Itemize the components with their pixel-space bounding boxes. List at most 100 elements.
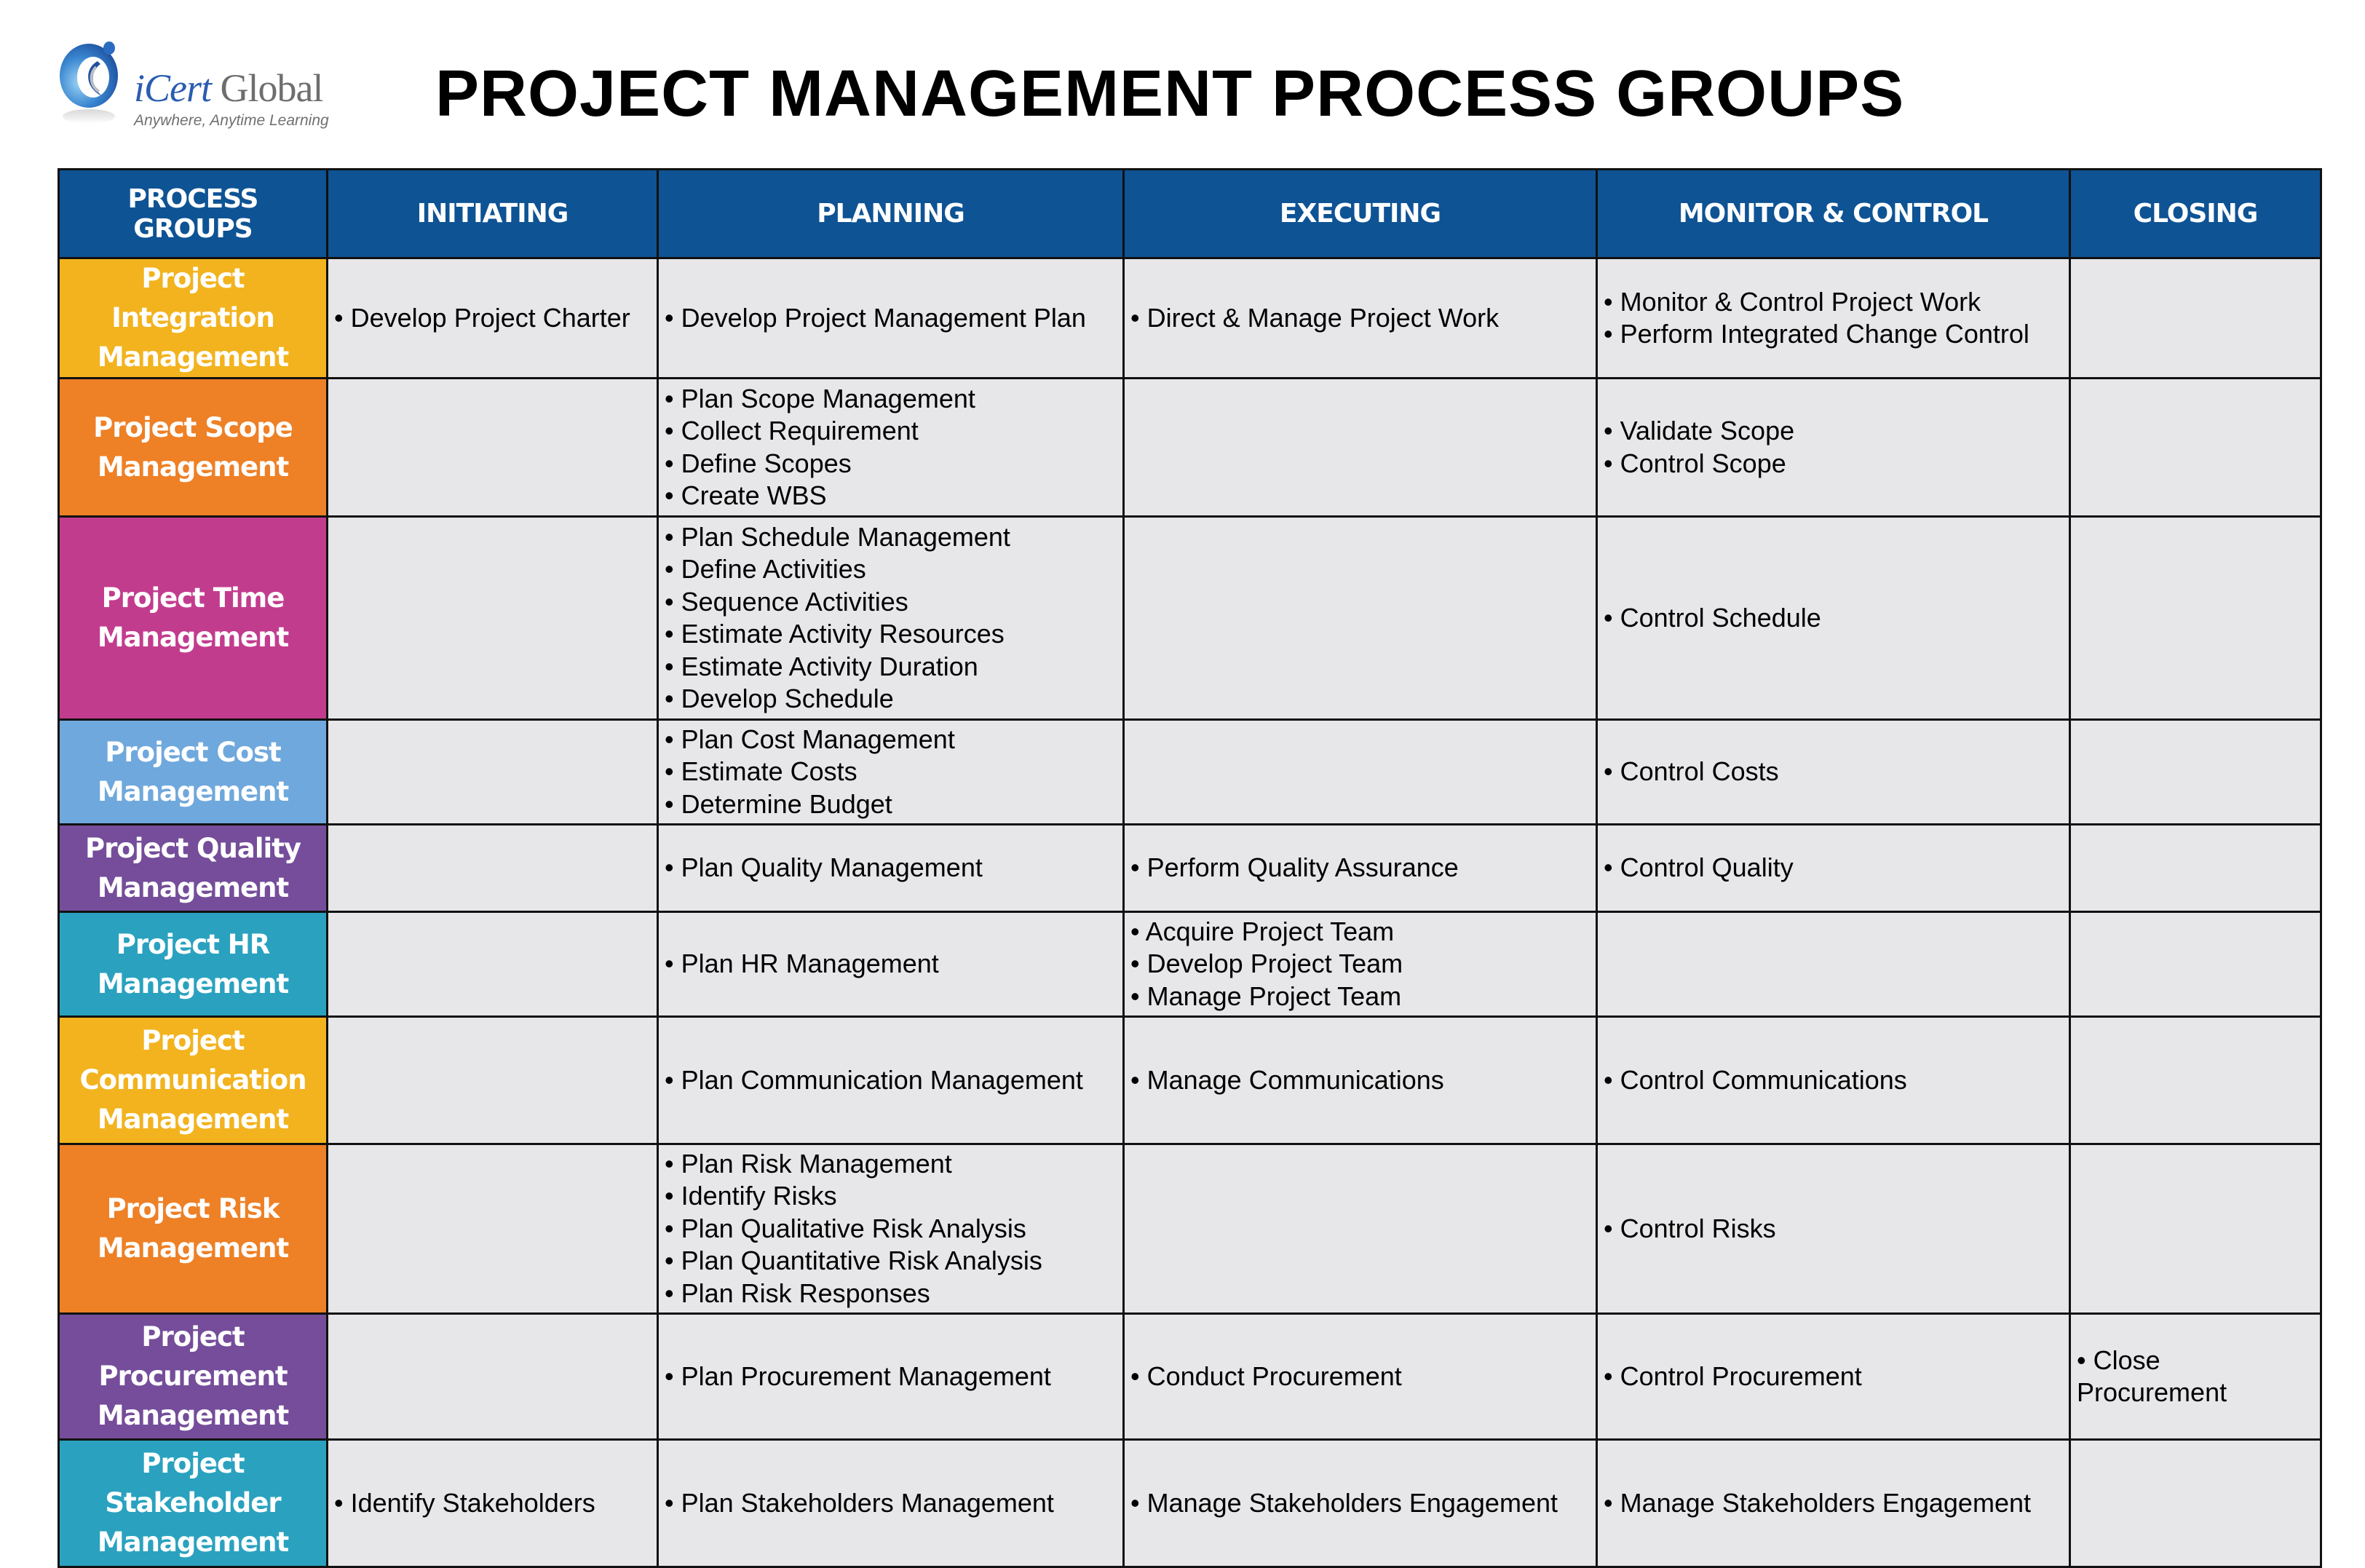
cell-planning: • Plan Risk Management • Identify Risks • … — [657, 1143, 1125, 1315]
table-row: Project Communication Management • Plan C… — [58, 1015, 2322, 1145]
cell-planning: • Plan Procurement Management — [657, 1312, 1125, 1441]
cell-executing: • Manage Stakeholders Engagement — [1122, 1438, 1598, 1568]
process-item: • Conduct Procurement — [1130, 1361, 1590, 1393]
cell-monitor: • Control Risks — [1596, 1143, 2071, 1315]
cell-executing — [1122, 377, 1598, 518]
bullet-icon: • — [665, 1361, 681, 1391]
process-item: • Plan Risk Responses — [665, 1278, 1117, 1310]
process-item: • Direct & Manage Project Work — [1130, 302, 1590, 335]
cell-closing: • Close Procurement — [2069, 1312, 2322, 1441]
bullet-icon: • — [665, 586, 681, 617]
cell-executing: • Manage Communications — [1122, 1015, 1598, 1145]
cell-monitor: • Control Procurement — [1596, 1312, 2071, 1441]
cell-executing — [1122, 718, 1598, 825]
cell-closing — [2069, 911, 2322, 1018]
bullet-icon: • — [1604, 286, 1620, 317]
process-item: • Determine Budget — [665, 788, 1117, 821]
header-process-groups: PROCESS GROUPS — [58, 168, 328, 259]
bullet-icon: • — [1130, 916, 1146, 946]
process-item-text: Control Quality — [1620, 852, 1794, 883]
cell-monitor: • Monitor & Control Project Work • Perfor… — [1596, 257, 2071, 379]
process-item-text: Plan Risk Management — [681, 1148, 952, 1179]
process-item: • Plan HR Management — [665, 948, 1117, 981]
process-item-text: Plan Quality Management — [681, 852, 983, 883]
process-item-text: Define Scopes — [681, 448, 852, 478]
cell-planning: • Develop Project Management Plan — [657, 257, 1125, 379]
process-item-text: Plan Schedule Management — [681, 521, 1010, 552]
process-item-text: Control Risks — [1620, 1213, 1776, 1243]
cell-monitor: • Control Schedule — [1596, 515, 2071, 721]
process-item: • Close Procurement — [2077, 1345, 2314, 1409]
knowledge-area-label: Project Cost Management — [58, 718, 328, 825]
cell-planning: • Plan Scope Management • Collect Require… — [657, 377, 1125, 518]
process-item-text: Perform Integrated Change Control — [1620, 319, 2029, 349]
bullet-icon: • — [665, 448, 681, 478]
process-item: • Manage Stakeholders Engagement — [1130, 1487, 1590, 1520]
cell-planning: • Plan Communication Management — [657, 1015, 1125, 1145]
cell-initiating — [326, 911, 659, 1018]
bullet-icon: • — [1130, 1361, 1147, 1391]
cell-monitor — [1596, 911, 2071, 1018]
bullet-icon: • — [1604, 852, 1620, 883]
process-item-text: Manage Stakeholders Engagement — [1146, 1487, 1558, 1518]
cell-monitor: • Manage Stakeholders Engagement — [1596, 1438, 2071, 1568]
process-item: • Develop Project Charter — [334, 302, 651, 335]
knowledge-area-label: Project Communication Management — [58, 1015, 328, 1145]
cell-initiating — [326, 1312, 659, 1441]
process-item: • Control Scope — [1604, 448, 2063, 480]
header-closing: CLOSING — [2069, 168, 2322, 259]
process-item-text: Manage Project Team — [1146, 981, 1402, 1011]
bullet-icon: • — [665, 949, 681, 979]
process-item-text: Plan Qualitative Risk Analysis — [681, 1213, 1026, 1243]
process-item-text: Manage Communications — [1146, 1064, 1444, 1095]
process-item-text: Perform Quality Assurance — [1146, 852, 1459, 883]
cell-closing — [2069, 257, 2322, 379]
process-item-text: Plan Quantitative Risk Analysis — [681, 1246, 1042, 1276]
table-row: Project Quality Management • Plan Quality… — [58, 823, 2322, 913]
table-row: Project HR Management • Plan HR Managemen… — [58, 911, 2322, 1018]
process-item-text: Estimate Activity Resources — [681, 619, 1005, 649]
process-item: • Estimate Activity Duration — [665, 651, 1117, 684]
process-item: • Plan Quantitative Risk Analysis — [665, 1245, 1117, 1278]
bullet-icon: • — [665, 651, 681, 681]
process-item: • Plan Quality Management — [665, 852, 1117, 884]
bullet-icon: • — [665, 383, 681, 413]
process-item-text: Acquire Project Team — [1145, 916, 1395, 946]
cell-executing: • Direct & Manage Project Work — [1122, 257, 1598, 379]
table-row: Project Time Management • Plan Schedule M… — [58, 515, 2322, 721]
process-groups-table: PROCESS GROUPS INITIATING PLANNING EXECU… — [58, 168, 2322, 1568]
knowledge-area-label: Project Risk Management — [58, 1143, 328, 1315]
cell-closing — [2069, 1015, 2322, 1145]
header-initiating: INITIATING — [326, 168, 659, 259]
process-item: • Plan Communication Management — [665, 1064, 1117, 1097]
process-item: • Monitor & Control Project Work — [1604, 286, 2063, 319]
process-item: • Control Procurement — [1604, 1361, 2063, 1393]
bullet-icon: • — [1130, 949, 1147, 979]
process-item-text: Develop Project Charter — [350, 302, 630, 333]
table-row: Project Cost Management • Plan Cost Manag… — [58, 718, 2322, 825]
bullet-icon: • — [665, 416, 681, 446]
process-item: • Define Scopes — [665, 448, 1117, 480]
header-monitor-control: MONITOR & CONTROL — [1596, 168, 2071, 259]
cell-initiating — [326, 377, 659, 518]
bullet-icon: • — [2077, 1345, 2093, 1375]
knowledge-area-label: Project HR Management — [58, 911, 328, 1018]
cell-monitor: • Validate Scope • Control Scope — [1596, 377, 2071, 518]
process-item: • Perform Integrated Change Control — [1604, 318, 2063, 351]
table-row: Project Scope Management • Plan Scope Man… — [58, 377, 2322, 518]
cell-closing — [2069, 515, 2322, 721]
cell-executing — [1122, 1143, 1598, 1315]
cell-initiating — [326, 718, 659, 825]
process-item-text: Define Activities — [681, 554, 866, 584]
process-item: • Manage Stakeholders Engagement — [1604, 1487, 2063, 1520]
cell-initiating — [326, 1015, 659, 1145]
cell-initiating — [326, 515, 659, 721]
process-item-text: Control Procurement — [1620, 1361, 1862, 1391]
process-item: • Plan Stakeholders Management — [665, 1487, 1117, 1520]
process-item-text: Identify Stakeholders — [350, 1487, 595, 1518]
header-planning: PLANNING — [657, 168, 1125, 259]
bullet-icon: • — [1130, 1064, 1147, 1095]
cell-initiating: • Develop Project Charter — [326, 257, 659, 379]
knowledge-area-label: Project Time Management — [58, 515, 328, 721]
process-item-text: Determine Budget — [681, 788, 892, 819]
